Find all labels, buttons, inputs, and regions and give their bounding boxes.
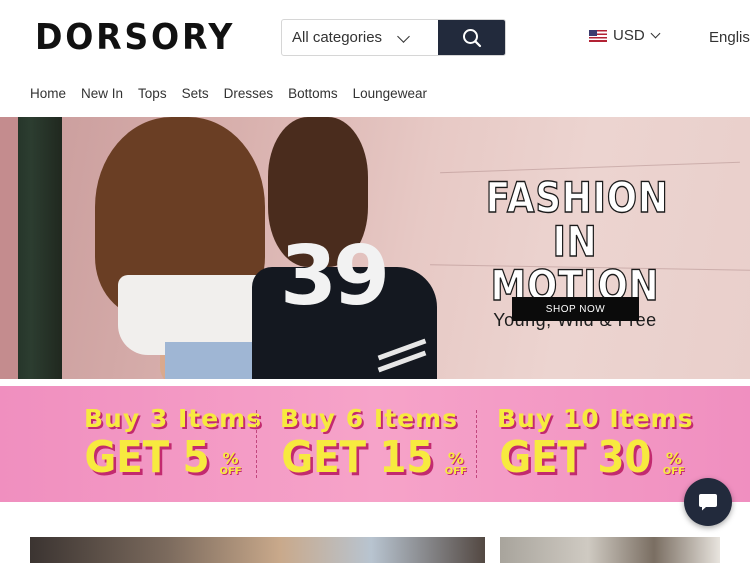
us-flag-icon — [589, 29, 607, 42]
promo-offer-discount: GET 15 — [281, 432, 434, 483]
nav-item-loungewear[interactable]: Loungewear — [353, 86, 427, 101]
site-header: DORSORY All categories USD English — [0, 0, 750, 76]
brand-logo[interactable]: DORSORY — [35, 18, 235, 58]
shop-now-button[interactable]: SHOP NOW — [512, 297, 639, 321]
promo-offer-2: Buy 6 Items GET 15 % OFF — [279, 404, 467, 483]
chevron-down-icon — [397, 30, 410, 43]
hero-title-line1: FASHION — [485, 173, 669, 222]
currency-label: USD — [613, 27, 645, 44]
chat-button[interactable] — [684, 478, 732, 526]
promo-offer-condition: Buy 6 Items — [279, 404, 459, 433]
promo-offer-3: Buy 10 Items GET 30 % OFF — [497, 404, 694, 483]
hero-door-frame — [0, 117, 62, 379]
promo-percent-sign: % — [222, 449, 239, 468]
search-icon — [462, 28, 481, 47]
promo-divider — [256, 410, 257, 478]
promo-offer-discount: GET 30 — [499, 432, 652, 483]
chevron-down-icon — [650, 28, 661, 39]
promo-percent-sign: % — [447, 449, 464, 468]
nav-item-new-in[interactable]: New In — [81, 86, 123, 101]
promo-offer-condition: Buy 3 Items — [84, 404, 263, 433]
promo-divider — [476, 410, 477, 478]
promo-offer-1: Buy 3 Items GET 5 % OFF — [84, 404, 263, 483]
nav-item-dresses[interactable]: Dresses — [224, 86, 274, 101]
promo-offer-condition: Buy 10 Items — [497, 404, 694, 433]
search-button[interactable] — [438, 20, 505, 55]
currency-selector[interactable]: USD — [589, 27, 661, 44]
category-selected-label: All categories — [292, 29, 383, 46]
promo-off-label: OFF — [219, 466, 242, 477]
nav-item-home[interactable]: Home — [30, 86, 66, 101]
main-nav: Home New In Tops Sets Dresses Bottoms Lo… — [30, 86, 442, 101]
product-tile[interactable] — [500, 537, 720, 563]
product-tile[interactable] — [30, 537, 485, 563]
nav-item-bottoms[interactable]: Bottoms — [288, 86, 338, 101]
search-bar: All categories — [281, 19, 506, 56]
promo-offer-discount: GET 5 — [84, 432, 210, 483]
language-selector[interactable]: English — [709, 29, 750, 46]
promo-percent-sign: % — [665, 449, 682, 468]
jersey-number: 39 — [280, 229, 390, 324]
promo-off-label: OFF — [444, 466, 467, 477]
nav-item-tops[interactable]: Tops — [138, 86, 167, 101]
nav-item-sets[interactable]: Sets — [182, 86, 209, 101]
chat-bubble-icon — [699, 494, 717, 511]
promo-off-label: OFF — [662, 466, 685, 477]
wall-texture — [440, 161, 740, 174]
promo-banner[interactable]: Buy 3 Items GET 5 % OFF Buy 6 Items GET … — [0, 386, 750, 502]
hero-title-line2: IN MOTION — [490, 217, 660, 310]
category-dropdown[interactable]: All categories — [282, 20, 439, 55]
